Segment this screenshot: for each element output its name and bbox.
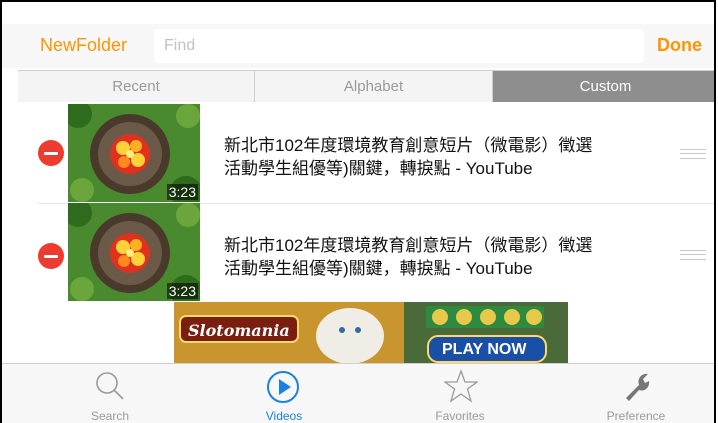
tab-favorites-label: Favorites: [435, 409, 485, 423]
delete-icon[interactable]: [38, 243, 64, 269]
ad-banner[interactable]: Slotomania PLAY NOW: [174, 302, 568, 364]
tab-search[interactable]: Search: [50, 364, 170, 423]
app-window: NewFolder Done Recent Alphabet Custom: [0, 0, 716, 423]
segment-custom[interactable]: Custom: [493, 71, 714, 102]
reorder-handle-icon[interactable]: [680, 250, 706, 260]
tab-bar: Search Videos Favorites Preference: [2, 363, 714, 423]
delete-icon[interactable]: [38, 140, 64, 166]
star-icon: [444, 369, 478, 403]
tab-videos-label: Videos: [265, 409, 303, 423]
video-list-item[interactable]: 3:23 新北市102年度環境教育創意短片（微電影）徵選 活動學生組優等)關鍵，…: [18, 104, 714, 202]
new-folder-button[interactable]: NewFolder: [40, 35, 127, 56]
wrench-icon: [626, 373, 650, 401]
video-title-line2: 活動學生組優等)關鍵，轉捩點 - YouTube: [224, 259, 533, 278]
segment-recent[interactable]: Recent: [18, 71, 255, 102]
ad-play-now-button[interactable]: PLAY NOW: [442, 341, 526, 359]
search-input[interactable]: [154, 29, 644, 63]
tab-preference[interactable]: Preference: [576, 364, 696, 423]
sort-segmented-control: Recent Alphabet Custom: [18, 70, 714, 102]
status-area: [2, 2, 714, 24]
tab-videos[interactable]: Videos: [224, 364, 344, 423]
video-title-line1: 新北市102年度環境教育創意短片（微電影）徵選: [224, 236, 593, 255]
segment-alphabet[interactable]: Alphabet: [255, 71, 493, 102]
video-duration: 3:23: [166, 283, 198, 299]
video-title: 新北市102年度環境教育創意短片（微電影）徵選 活動學生組優等)關鍵，轉捩點 -…: [224, 134, 654, 180]
video-thumbnail[interactable]: 3:23: [68, 104, 200, 202]
video-title-line1: 新北市102年度環境教育創意短片（微電影）徵選: [224, 136, 593, 155]
search-icon: [96, 372, 124, 400]
ad-brand-text: Slotomania: [188, 321, 290, 340]
video-list-item[interactable]: 3:23 新北市102年度環境教育創意短片（微電影）徵選 活動學生組優等)關鍵，…: [18, 203, 714, 301]
tab-preference-label: Preference: [606, 409, 666, 423]
video-title-line2: 活動學生組優等)關鍵，轉捩點 - YouTube: [224, 159, 533, 178]
search-bar: NewFolder Done: [2, 24, 714, 68]
tab-favorites[interactable]: Favorites: [400, 364, 520, 423]
done-button[interactable]: Done: [657, 35, 702, 56]
search-field[interactable]: [154, 29, 644, 63]
tab-search-label: Search: [90, 409, 130, 423]
video-thumbnail[interactable]: 3:23: [68, 203, 200, 301]
play-circle-icon: [267, 371, 299, 403]
video-title: 新北市102年度環境教育創意短片（微電影）徵選 活動學生組優等)關鍵，轉捩點 -…: [224, 234, 654, 280]
reorder-handle-icon[interactable]: [680, 149, 706, 159]
video-duration: 3:23: [166, 184, 198, 200]
